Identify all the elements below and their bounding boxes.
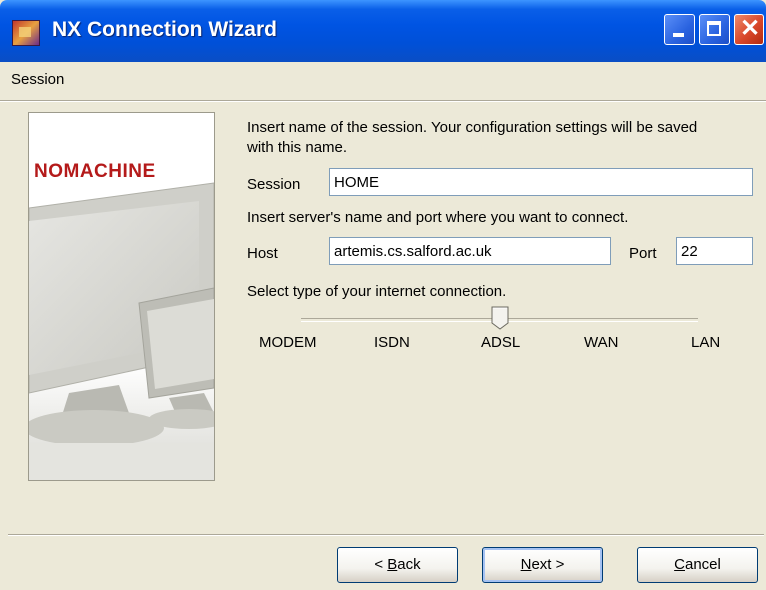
connection-instruction: Select type of your internet connection. [247, 283, 507, 300]
session-name-input[interactable] [329, 168, 753, 196]
server-instruction: Insert server's name and port where you … [247, 209, 629, 226]
window-title: NX Connection Wizard [52, 18, 277, 41]
title-bar[interactable]: NX Connection Wizard ✕ [0, 0, 766, 62]
session-label: Session [247, 176, 301, 193]
back-button-accesskey: B [387, 556, 398, 573]
connection-type-adsl: ADSL [481, 334, 521, 351]
host-label: Host [247, 245, 278, 262]
cancel-button[interactable]: Cancel [637, 547, 758, 583]
next-button-label: ext > [531, 556, 565, 573]
slider-thumb[interactable] [491, 306, 509, 330]
host-input[interactable] [329, 237, 611, 265]
port-input[interactable] [676, 237, 753, 265]
minimize-button[interactable] [664, 14, 695, 45]
session-instruction-line2: with this name. [247, 139, 348, 156]
back-button-prefix: < [374, 556, 388, 573]
close-icon: ✕ [739, 15, 761, 42]
connection-type-modem: MODEM [259, 334, 317, 351]
next-button[interactable]: Next > [482, 547, 603, 583]
port-label: Port [629, 245, 657, 262]
maximize-button[interactable] [699, 14, 730, 45]
wizard-header: Session [0, 62, 766, 101]
back-button[interactable]: < Back [337, 547, 458, 583]
nx-app-icon[interactable] [12, 20, 40, 46]
nomachine-logo: NOMACHINE [34, 161, 156, 182]
back-button-label: ack [397, 556, 421, 573]
minimize-icon [673, 33, 684, 37]
next-button-accesskey: N [520, 556, 532, 573]
close-button[interactable]: ✕ [734, 14, 764, 45]
connection-type-wan: WAN [584, 334, 619, 351]
connection-type-lan: LAN [691, 334, 721, 351]
session-instruction-line1: Insert name of the session. Your configu… [247, 119, 698, 136]
nomachine-banner: NOMACHINE [28, 112, 215, 481]
connection-type-isdn: ISDN [374, 334, 410, 351]
bottom-separator [8, 534, 764, 536]
maximize-icon [707, 21, 721, 36]
cancel-button-accesskey: C [674, 556, 685, 573]
cancel-button-label: ancel [684, 556, 721, 573]
page-title: Session [11, 71, 65, 88]
wizard-window: NX Connection Wizard ✕ Session NOMACHINE… [0, 0, 766, 590]
